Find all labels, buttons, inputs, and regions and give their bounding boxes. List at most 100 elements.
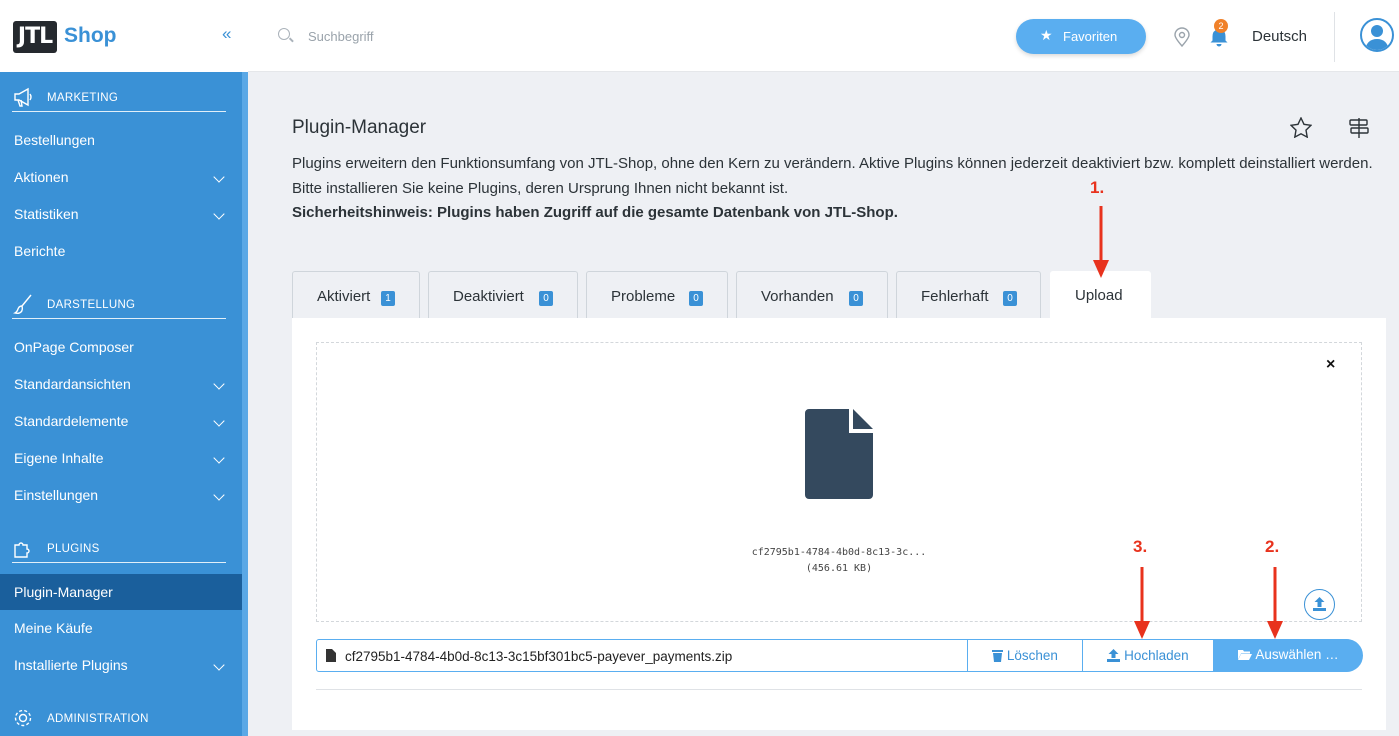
- close-icon[interactable]: ×: [1326, 356, 1335, 374]
- collapse-sidebar-icon[interactable]: «: [222, 24, 231, 44]
- location-pin-icon[interactable]: [1173, 27, 1191, 47]
- sidebar-item-eigene-inhalte[interactable]: Eigene Inhalte: [0, 440, 242, 476]
- favorites-label: Favoriten: [1063, 29, 1118, 44]
- tab-label: Fehlerhaft: [921, 288, 989, 305]
- sidebar-item-standardelemente[interactable]: Standardelemente: [0, 403, 242, 439]
- sidebar-item-label: Berichte: [14, 243, 66, 259]
- sidebar-item-plugin-manager[interactable]: Plugin-Manager: [0, 574, 242, 610]
- folder-open-icon: [1238, 650, 1253, 660]
- chevron-down-icon: [213, 415, 225, 427]
- section-label: DARSTELLUNG: [47, 299, 136, 311]
- avatar[interactable]: [1360, 18, 1394, 52]
- sidebar-item-label: Eigene Inhalte: [14, 450, 104, 466]
- sidebar-item-label: Standardansichten: [14, 376, 131, 392]
- tab-count-badge: 1: [381, 291, 395, 306]
- page-description: Plugins erweitern den Funktionsumfang vo…: [292, 152, 1382, 226]
- chevron-down-icon: [213, 378, 225, 390]
- annotation-step-1: 1.: [1090, 178, 1105, 197]
- sidebar-edge: [242, 72, 248, 736]
- chevron-down-icon: [213, 208, 225, 220]
- document-icon: [326, 649, 336, 662]
- sidebar-item-label: Statistiken: [14, 206, 79, 222]
- sidebar-item-installierte-plugins[interactable]: Installierte Plugins: [0, 647, 242, 683]
- sidebar-item-label: Plugin-Manager: [14, 584, 113, 600]
- tab-label: Aktiviert: [317, 288, 371, 305]
- security-warning: Sicherheitshinweis: Plugins haben Zugrif…: [292, 204, 898, 221]
- selected-file-path: cf2795b1-4784-4b0d-8c13-3c15bf301bc5-pay…: [345, 649, 733, 664]
- section-plugins: PLUGINS: [12, 535, 226, 563]
- tab-aktiviert[interactable]: Aktiviert 1: [292, 271, 420, 318]
- upload-label: Hochladen: [1124, 648, 1189, 663]
- annotation-arrow-2: [1267, 567, 1283, 639]
- tab-upload[interactable]: Upload: [1050, 271, 1151, 318]
- megaphone-icon: [14, 87, 32, 107]
- search-icon: [278, 28, 290, 40]
- sidebar-item-bestellungen[interactable]: Bestellungen: [0, 122, 242, 158]
- page-title: Plugin-Manager: [292, 117, 427, 138]
- sidebar-item-standardansichten[interactable]: Standardansichten: [0, 366, 242, 402]
- star-icon: ★: [1040, 27, 1053, 43]
- section-marketing: MARKETING: [12, 84, 226, 112]
- signpost-icon[interactable]: [1348, 117, 1370, 139]
- sidebar-item-label: Bestellungen: [14, 132, 95, 148]
- language-selector[interactable]: Deutsch: [1252, 28, 1307, 45]
- sidebar-item-label: Einstellungen: [14, 487, 99, 503]
- select-file-button[interactable]: Auswählen …: [1214, 639, 1363, 672]
- delete-button[interactable]: Löschen: [967, 639, 1083, 672]
- tab-count-badge: 0: [689, 291, 703, 306]
- sidebar-item-statistiken[interactable]: Statistiken: [0, 196, 242, 232]
- sidebar-item-einstellungen[interactable]: Einstellungen: [0, 477, 242, 513]
- sidebar-item-aktionen[interactable]: Aktionen: [0, 159, 242, 195]
- notification-badge: 2: [1214, 19, 1228, 33]
- upload-button[interactable]: Hochladen: [1083, 639, 1214, 672]
- section-darstellung: DARSTELLUNG: [12, 291, 226, 319]
- chevron-down-icon: [213, 171, 225, 183]
- logo-bar: JTL Shop «: [0, 0, 248, 72]
- tab-label: Vorhanden: [761, 288, 834, 305]
- sidebar-item-label: OnPage Composer: [14, 339, 134, 355]
- upload-circle-button[interactable]: [1304, 589, 1335, 620]
- annotation-arrow-3: [1134, 567, 1150, 639]
- sidebar-item-onpage-composer[interactable]: OnPage Composer: [0, 329, 242, 365]
- chevron-down-icon: [213, 659, 225, 671]
- user-icon: [1365, 25, 1389, 50]
- section-label: PLUGINS: [47, 543, 100, 555]
- delete-label: Löschen: [1006, 648, 1058, 663]
- preview-filename: cf2795b1-4784-4b0d-8c13-3c...: [751, 547, 927, 558]
- jtl-logo[interactable]: JTL: [13, 21, 57, 53]
- upload-icon: [1313, 597, 1326, 611]
- tab-label: Deaktiviert: [453, 288, 524, 305]
- description-text: Plugins erweitern den Funktionsumfang vo…: [292, 155, 1373, 197]
- divider: [1334, 12, 1335, 62]
- logo-shop-text: Shop: [64, 24, 117, 47]
- tab-count-badge: 0: [539, 291, 553, 306]
- search-input[interactable]: [308, 24, 608, 48]
- tab-vorhanden[interactable]: Vorhanden 0: [736, 271, 888, 318]
- divider: [316, 689, 1362, 690]
- chevron-down-icon: [213, 489, 225, 501]
- brush-icon: [12, 294, 32, 315]
- tab-label: Probleme: [611, 288, 676, 305]
- star-icon[interactable]: [1290, 117, 1312, 138]
- select-label: Auswählen …: [1255, 647, 1339, 662]
- upload-icon: [1107, 649, 1121, 662]
- tab-count-badge: 0: [849, 291, 863, 306]
- sidebar-item-berichte[interactable]: Berichte: [0, 233, 242, 269]
- sidebar-item-label: Meine Käufe: [14, 620, 93, 636]
- favorites-button[interactable]: ★ Favoriten: [1016, 19, 1146, 54]
- gear-icon: [14, 709, 32, 727]
- section-label: MARKETING: [47, 92, 119, 104]
- annotation-step-2: 2.: [1265, 537, 1280, 556]
- file-input-row[interactable]: cf2795b1-4784-4b0d-8c13-3c15bf301bc5-pay…: [316, 639, 1363, 672]
- sidebar-item-label: Aktionen: [14, 169, 69, 185]
- tab-deaktiviert[interactable]: Deaktiviert 0: [428, 271, 578, 318]
- sidebar-item-label: Installierte Plugins: [14, 657, 128, 673]
- section-label: ADMINISTRATION: [47, 713, 149, 725]
- top-bar: ★ Favoriten 2 Deutsch: [248, 0, 1399, 72]
- puzzle-icon: [14, 542, 30, 558]
- tab-count-badge: 0: [1003, 291, 1017, 306]
- tab-fehlerhaft[interactable]: Fehlerhaft 0: [896, 271, 1041, 318]
- tab-probleme[interactable]: Probleme 0: [586, 271, 728, 318]
- sidebar-item-meine-kaeufe[interactable]: Meine Käufe: [0, 610, 242, 646]
- annotation-arrow-1: [1093, 206, 1109, 278]
